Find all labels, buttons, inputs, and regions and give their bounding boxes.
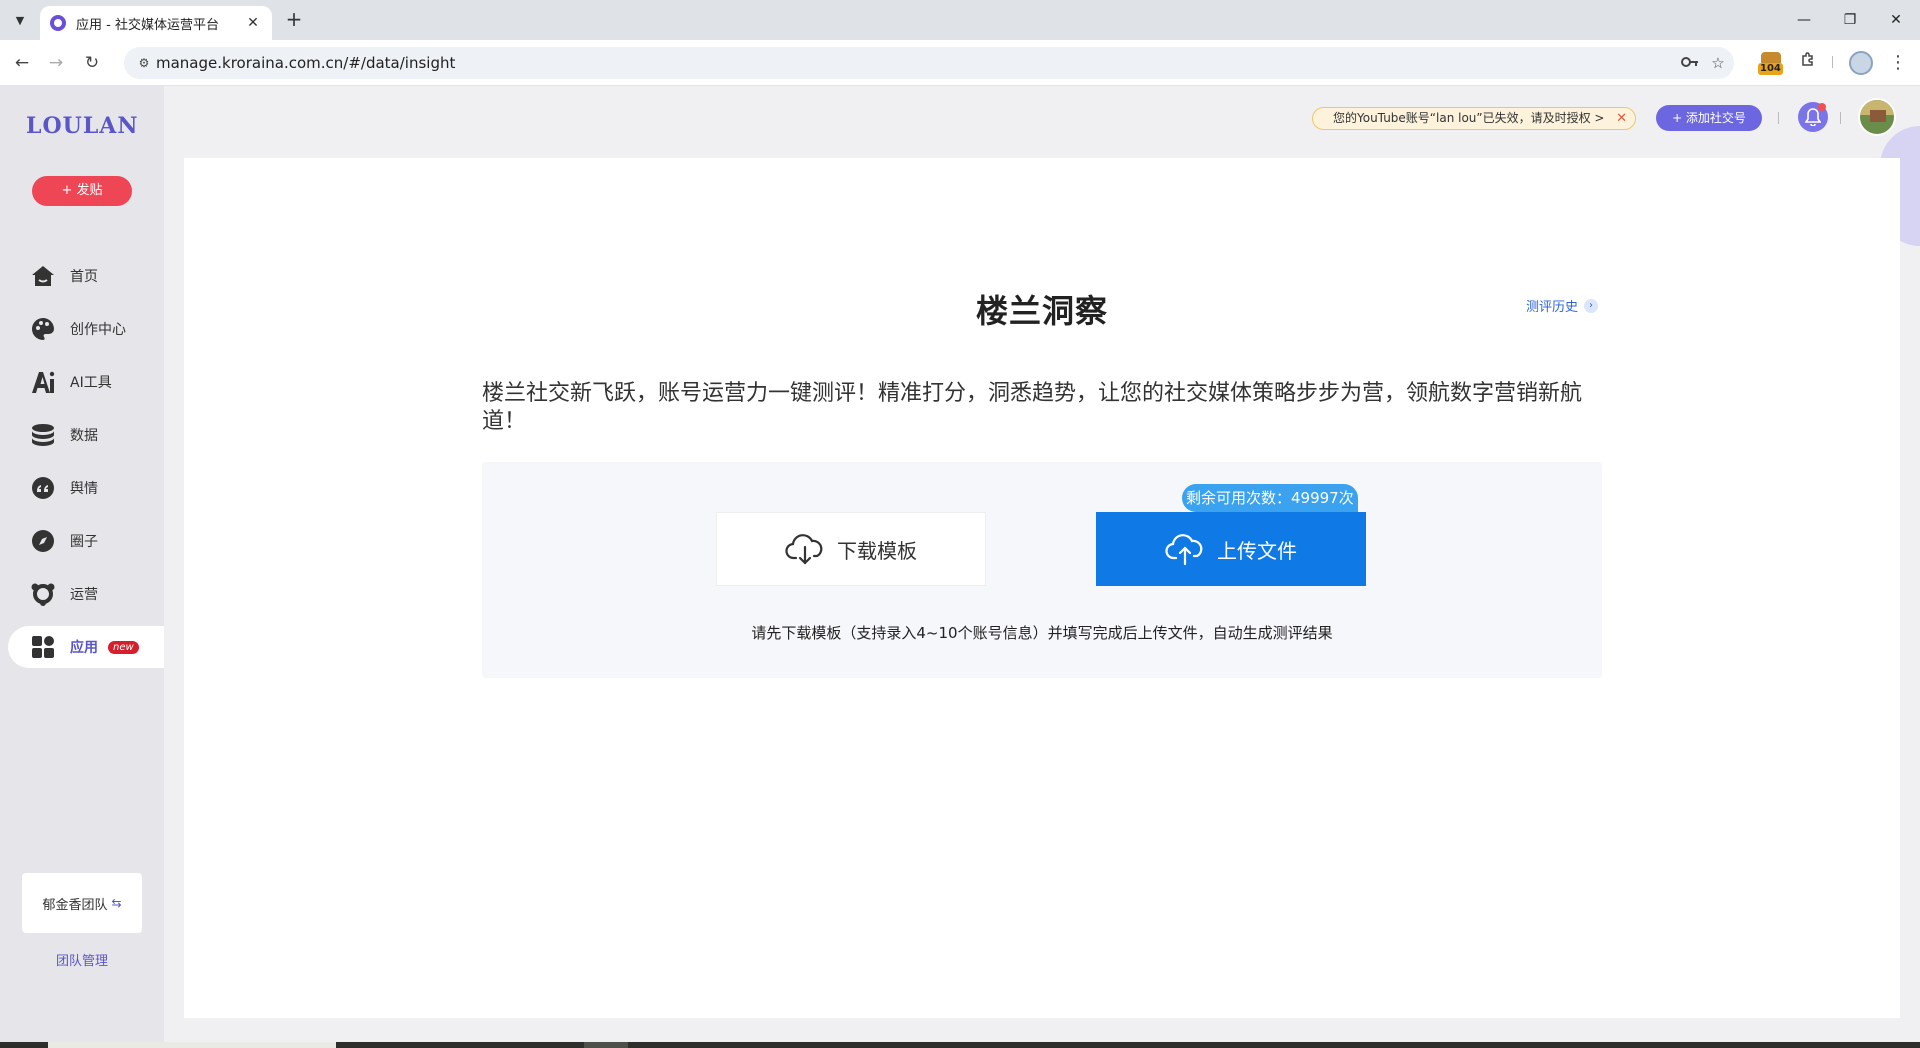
browser-menu-icon[interactable]: ⋮ [1888,51,1908,75]
brand-logo[interactable]: LOULAN [26,113,138,139]
sidebar-item-label: 数据 [70,428,98,444]
sidebar-item-label: 运营 [70,587,98,603]
new-post-button[interactable]: + 发贴 [32,176,132,206]
restore-window-button[interactable]: ❐ [1830,8,1870,32]
app-root: LOULAN + 发贴 首页 创作中心 AI工具 数据 舆情 圈子 运营 应用 … [0,86,1920,1042]
sidebar-item-sentiment[interactable]: 舆情 [8,467,164,509]
download-button-label: 下载模板 [837,538,917,563]
compass-icon [30,528,56,554]
sidebar-item-operations[interactable]: 运营 [8,573,164,615]
cloud-download-icon [785,533,825,565]
sidebar-item-creation[interactable]: 创作中心 [8,308,164,350]
new-badge: new [108,640,139,654]
network-icon [30,581,56,607]
add-social-account-button[interactable]: + 添加社交号 [1656,105,1762,131]
user-avatar[interactable] [1858,98,1896,136]
history-link-label[interactable]: 测评历史 [1526,296,1578,315]
toolbar-divider [1832,56,1833,68]
page-title: 楼兰洞察 [975,292,1108,330]
cloud-upload-icon [1165,533,1205,565]
database-icon [30,422,56,448]
tab-close-icon[interactable]: ✕ [244,15,262,31]
sidebar-item-label: 圈子 [70,534,98,550]
notice-text[interactable]: 您的YouTube账号“lan lou”已失效，请及时授权 > [1333,111,1605,125]
extension-honey-icon[interactable]: 104 [1758,52,1783,75]
back-arrow-icon[interactable]: ← [10,51,34,75]
profile-avatar[interactable] [1849,51,1873,75]
sidebar-item-circles[interactable]: 圈子 [8,520,164,562]
minimize-window-button[interactable]: — [1784,8,1824,32]
bookmark-star-icon[interactable]: ☆ [1706,51,1730,75]
sidebar-item-data[interactable]: 数据 [8,414,164,456]
quote-icon [30,475,56,501]
upload-panel: 下载模板 上传文件 剩余可用次数：49997次 请先下载模板（支持录入4~10个… [482,462,1602,678]
swap-icon[interactable]: ⇆ [111,896,121,910]
notice-close-icon[interactable]: ✕ [1616,108,1627,129]
chevron-right-icon[interactable]: › [1584,298,1599,313]
home-icon [30,263,56,289]
header-divider [1778,112,1779,124]
sidebar-item-label: 首页 [70,269,98,285]
apps-icon [30,634,56,660]
sidebar-item-apps[interactable]: 应用 new [8,626,164,668]
sidebar-item-label: 应用 [70,640,98,656]
header-divider [1840,112,1841,124]
site-favicon-icon [50,15,66,31]
upload-hint: 请先下载模板（支持录入4~10个账号信息）并填写完成后上传文件，自动生成测评结果 [751,624,1333,642]
sidebar-item-label: 舆情 [70,481,98,497]
ai-icon [30,369,56,395]
palette-icon [30,316,56,342]
sidebar-item-label: 创作中心 [70,322,126,338]
url-text[interactable]: manage.kroraina.com.cn/#/data/insight [156,47,455,79]
extension-badge-count: 104 [1758,63,1783,75]
tab-list-chevron-icon[interactable]: ▼ [8,8,32,32]
team-name: 郁金香团队 [42,897,108,913]
password-key-icon[interactable] [1678,51,1702,75]
remaining-quota-badge: 剩余可用次数：49997次 [1182,484,1358,512]
sidebar-item-home[interactable]: 首页 [8,255,164,297]
team-switcher[interactable]: 郁金香团队 ⇆ [22,873,142,933]
tab-title: 应用 - 社交媒体运营平台 [76,17,219,33]
team-manage-link[interactable]: 团队管理 [22,950,142,969]
browser-tab-active[interactable]: 应用 - 社交媒体运营平台 ✕ [40,6,272,40]
forward-arrow-icon[interactable]: → [44,51,68,75]
notification-dot [1818,103,1826,111]
close-window-button[interactable]: ✕ [1876,8,1916,32]
os-taskbar [0,1042,1920,1048]
site-info-icon[interactable]: ⚙ [132,51,156,75]
upload-file-button[interactable]: 上传文件 [1096,512,1366,586]
sidebar: LOULAN + 发贴 首页 创作中心 AI工具 数据 舆情 圈子 运营 应用 … [0,86,164,1042]
page-description: 楼兰社交新飞跃，账号运营力一键测评！精准打分，洞悉趋势，让您的社交媒体策略步步为… [482,381,1583,434]
address-bar[interactable]: ⚙ manage.kroraina.com.cn/#/data/insight … [124,47,1734,79]
upload-button-label: 上传文件 [1217,538,1297,563]
browser-tab-bar: ▼ 应用 - 社交媒体运营平台 ✕ + — ❐ ✕ [0,0,1920,40]
evaluation-history-link[interactable]: 测评历史 › [1526,296,1599,315]
reload-icon[interactable]: ↻ [80,51,104,75]
sidebar-item-label: AI工具 [70,375,112,391]
browser-toolbar: ← → ↻ ⚙ manage.kroraina.com.cn/#/data/in… [0,40,1920,86]
insight-card: 楼兰洞察 测评历史 › 楼兰社交新飞跃，账号运营力一键测评！精准打分，洞悉趋势，… [184,158,1900,1018]
new-tab-button[interactable]: + [282,8,306,32]
auth-expired-notice[interactable]: 您的YouTube账号“lan lou”已失效，请及时授权 > ✕ [1312,107,1636,130]
download-template-button[interactable]: 下载模板 [716,512,986,586]
sidebar-item-ai-tools[interactable]: AI工具 [8,361,164,403]
extensions-puzzle-icon[interactable] [1796,51,1820,75]
